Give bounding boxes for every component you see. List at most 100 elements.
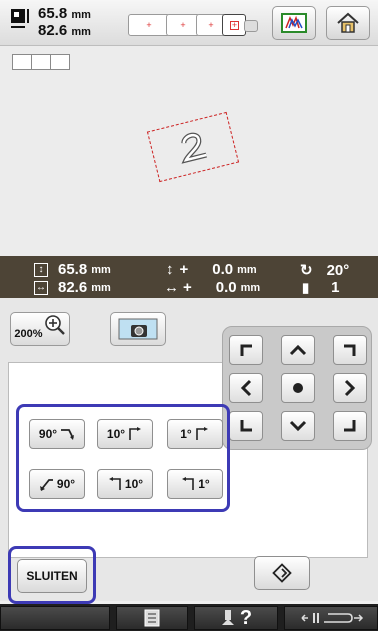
corner-down-right-icon (344, 420, 356, 432)
pattern-height-value: 65.8 (38, 5, 68, 22)
rotate-controls-group: 90° 10° 1° 90° 10° 1° (16, 404, 230, 512)
info-v-offset-value: 0.0 (212, 261, 234, 278)
pattern-width-value: 82.6 (38, 22, 68, 39)
sewing-machine-icon (221, 610, 234, 625)
bottom-left-blank-button[interactable] (0, 606, 110, 630)
info-width-unit: mm (91, 281, 111, 294)
rotate-cw-1-label: 1° (180, 427, 192, 441)
rotate-ccw-fine-icon (182, 477, 195, 490)
move-up-right-button[interactable] (333, 335, 367, 365)
zoom-button[interactable]: 200% (10, 312, 70, 346)
reset-button[interactable] (254, 556, 310, 590)
rotate-ccw-small-icon (108, 477, 121, 490)
width-icon: ↔ (34, 280, 48, 295)
camera-preview-icon (118, 318, 158, 340)
rotate-cw-fine-icon (195, 427, 208, 440)
rotate-cw-90-label: 90° (38, 427, 58, 441)
move-right-button[interactable] (333, 373, 367, 403)
move-up-left-button[interactable] (229, 335, 263, 365)
magnifier-plus-icon (44, 315, 65, 335)
rotate-ccw-90-button[interactable]: 90° (29, 469, 85, 499)
close-label: SLUITEN (26, 569, 78, 583)
rotate-ccw-arrow-icon (39, 479, 53, 491)
pattern-preview-area[interactable] (0, 46, 378, 256)
info-v-offset-sign: + (179, 261, 189, 278)
number-two-pattern-icon (181, 132, 207, 164)
vertical-arrow-icon: ↕ (166, 261, 174, 278)
chevron-right-icon (344, 379, 356, 397)
hoop-size-indicator: + + + + (128, 12, 260, 38)
rotation-icon: ↻ (300, 262, 313, 279)
rotate-cw-1-button[interactable]: 1° (167, 419, 223, 449)
height-icon: ↕ (34, 262, 48, 277)
info-h-offset-value: 0.0 (215, 279, 237, 296)
thread-color-button[interactable] (272, 6, 316, 40)
embroidery-pattern-outline[interactable] (146, 111, 240, 183)
horizontal-arrow-icon: ↔ (164, 279, 179, 296)
move-down-left-button[interactable] (229, 411, 263, 441)
center-dot-icon (293, 383, 303, 393)
embroidery-edit-screen: 65.8 mm 82.6 mm + + + + ↕ 65.8 mm ↔ 82.6… (0, 0, 378, 631)
home-icon (337, 12, 359, 33)
preview-camera-button[interactable] (110, 312, 166, 346)
rotate-cw-10-label: 10° (106, 427, 126, 441)
chevron-up-icon (289, 344, 307, 356)
rotate-cw-10-button[interactable]: 10° (97, 419, 153, 449)
presser-foot-button[interactable] (284, 606, 378, 630)
info-vertical-offset: ↕ + 0.0 mm (166, 261, 257, 278)
move-down-right-button[interactable] (333, 411, 367, 441)
rotate-cw-90-button[interactable]: 90° (29, 419, 85, 449)
bottom-bar: ? (0, 604, 378, 631)
checklist-icon (144, 609, 160, 627)
help-label: ? (239, 606, 253, 629)
rotate-ccw-90-label: 90° (56, 477, 76, 491)
hoop-large-icon: + (128, 14, 170, 36)
rotate-cw-arrow-icon (61, 429, 75, 440)
info-horizontal-offset: ↔ + 0.0 mm (164, 279, 260, 296)
hoop-medium-icon: + (166, 14, 200, 36)
rotate-ccw-10-label: 10° (124, 477, 144, 491)
pattern-width-unit: mm (71, 26, 91, 38)
corner-up-left-icon (240, 344, 252, 356)
hoop-mini-icon (244, 20, 258, 32)
info-color-count-value: 1 (331, 279, 340, 296)
info-angle: ↻ 20° (300, 261, 349, 280)
info-h-offset-sign: + (183, 279, 192, 296)
thread-palette-icon (281, 13, 307, 33)
pattern-size-readout: 65.8 mm 82.6 mm (38, 6, 91, 40)
close-button-highlight: SLUITEN (8, 546, 96, 604)
rotate-ccw-1-label: 1° (198, 477, 210, 491)
presser-foot-icon (301, 613, 364, 623)
rotate-ccw-10-button[interactable]: 10° (97, 469, 153, 499)
info-width-value: 82.6 (58, 279, 88, 296)
corner-up-right-icon (344, 344, 356, 356)
top-bar: 65.8 mm 82.6 mm + + + + (0, 0, 378, 46)
close-button[interactable]: SLUITEN (17, 559, 87, 593)
zoom-label: 200% (14, 328, 43, 340)
rotate-ccw-1-button[interactable]: 1° (167, 469, 223, 499)
move-arrow-pad (222, 326, 372, 450)
info-height-value: 65.8 (58, 261, 88, 278)
info-v-offset-unit: mm (237, 263, 257, 276)
stitch-list-button[interactable] (116, 606, 188, 630)
home-button[interactable] (326, 6, 370, 40)
chevron-down-icon (289, 420, 307, 432)
info-h-offset-unit: mm (240, 281, 261, 294)
reset-diamond-icon (272, 563, 292, 583)
pattern-height-unit: mm (71, 9, 91, 21)
grid-display-toggle[interactable] (12, 54, 70, 70)
info-height-unit: mm (91, 263, 111, 276)
rotate-cw-small-icon (129, 427, 142, 440)
move-up-button[interactable] (281, 335, 315, 365)
info-height: ↕ 65.8 mm (34, 261, 111, 278)
move-down-button[interactable] (281, 411, 315, 441)
pattern-size-icon (11, 9, 29, 28)
pattern-info-bar: ↕ 65.8 mm ↔ 82.6 mm ↕ + 0.0 mm ↔ + 0.0 mm ↻ … (0, 256, 378, 298)
move-left-button[interactable] (229, 373, 263, 403)
help-button[interactable]: ? (194, 606, 278, 630)
chevron-left-icon (240, 379, 252, 397)
corner-down-left-icon (240, 420, 252, 432)
move-center-button[interactable] (281, 373, 315, 403)
info-width: ↔ 82.6 mm (34, 279, 111, 296)
thread-spool-icon: ▮ (302, 279, 310, 295)
